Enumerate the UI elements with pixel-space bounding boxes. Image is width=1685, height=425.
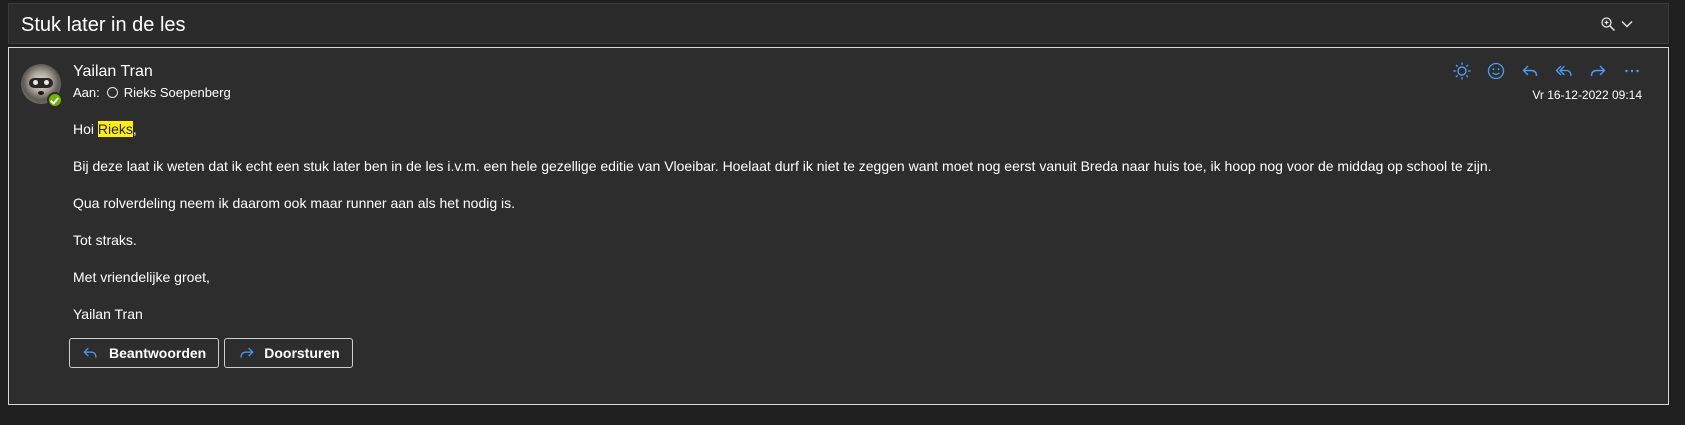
reply-icon[interactable] bbox=[1517, 58, 1542, 83]
forward-button[interactable]: Doorsturen bbox=[224, 338, 353, 368]
body-paragraph: Met vriendelijke groet, bbox=[73, 269, 210, 285]
recipient-status-icon bbox=[106, 87, 118, 98]
reply-button[interactable]: Beantwoorden bbox=[69, 338, 220, 368]
body-paragraph: Tot straks. bbox=[73, 232, 137, 248]
email-subject: Stuk later in de les bbox=[21, 14, 186, 36]
sun-icon[interactable] bbox=[1449, 58, 1474, 83]
reply-all-icon[interactable] bbox=[1551, 58, 1576, 83]
more-icon[interactable] bbox=[1619, 58, 1644, 83]
sender-name[interactable]: Yailan Tran bbox=[73, 63, 153, 81]
zoom-control[interactable] bbox=[1600, 16, 1634, 37]
presence-available-icon bbox=[47, 92, 63, 108]
message-card: Yailan Tran Aan: Rieks Soepenberg Vr 16-… bbox=[8, 47, 1669, 405]
body-paragraph: Qua rolverdeling neem ik daarom ook maar… bbox=[73, 195, 516, 211]
highlighted-name: Rieks bbox=[97, 121, 133, 137]
emoji-icon[interactable] bbox=[1483, 58, 1508, 83]
to-label: Aan: bbox=[73, 85, 100, 100]
chevron-down-icon[interactable] bbox=[1620, 17, 1634, 36]
recipient-line: Aan: Rieks Soepenberg bbox=[73, 85, 231, 100]
greeting-prefix: Hoi bbox=[73, 121, 98, 137]
forward-icon bbox=[240, 347, 254, 358]
signature: Yailan Tran bbox=[73, 306, 143, 322]
body-paragraph: Bij deze laat ik weten dat ik echt een s… bbox=[73, 158, 1492, 174]
reply-button-label: Beantwoorden bbox=[109, 345, 207, 361]
forward-button-label: Doorsturen bbox=[264, 345, 340, 361]
quick-actions: Beantwoorden Doorsturen bbox=[69, 338, 353, 368]
recipient-name[interactable]: Rieks Soepenberg bbox=[124, 85, 231, 100]
message-actions bbox=[1449, 58, 1644, 83]
greeting-suffix: , bbox=[132, 121, 137, 137]
zoom-icon[interactable] bbox=[1600, 16, 1616, 37]
subject-bar: Stuk later in de les bbox=[8, 3, 1669, 44]
greeting: Hoi Rieks, bbox=[73, 120, 1643, 138]
message-body: Hoi Rieks, Bij deze laat ik weten dat ik… bbox=[73, 120, 1643, 342]
forward-icon[interactable] bbox=[1585, 58, 1610, 83]
reply-icon bbox=[83, 347, 97, 358]
received-date: Vr 16-12-2022 09:14 bbox=[1532, 88, 1642, 102]
